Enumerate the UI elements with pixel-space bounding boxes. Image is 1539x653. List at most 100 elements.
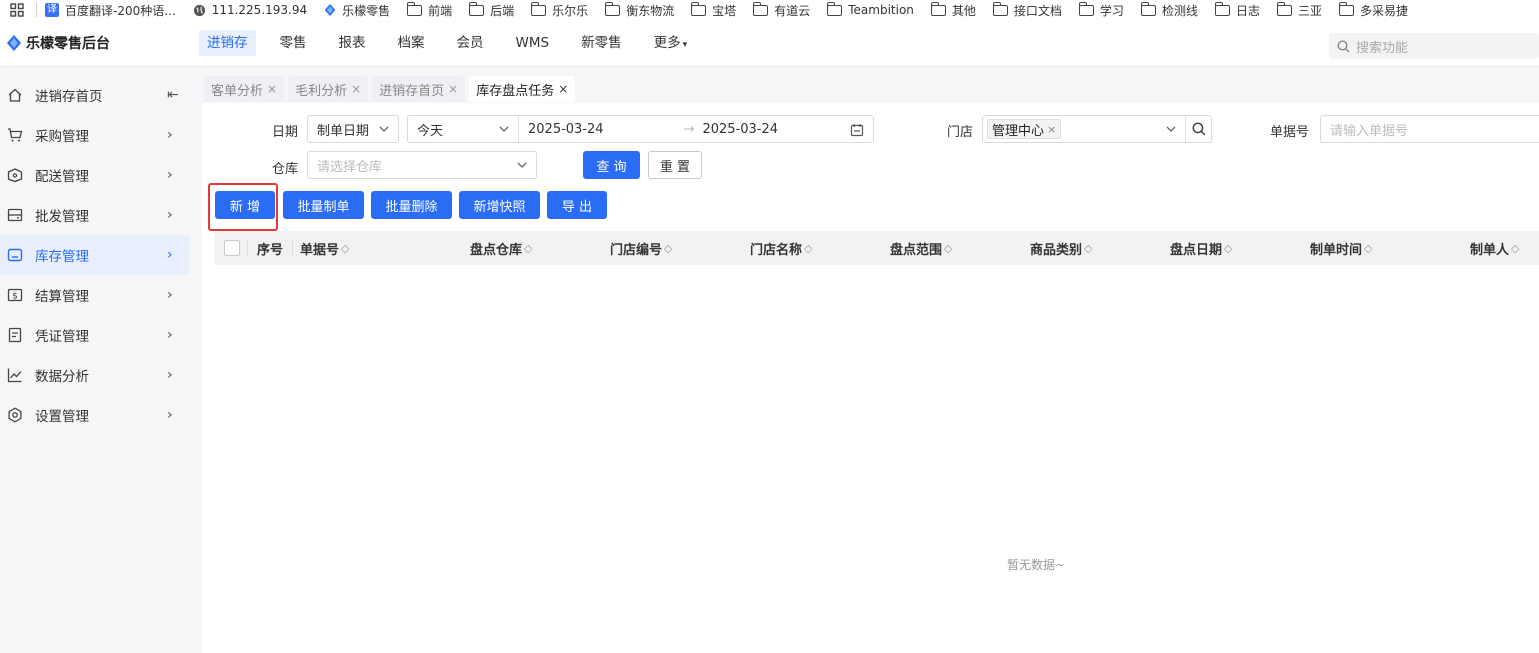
sort-icon[interactable]: ◇ (944, 242, 952, 255)
chevron-right-icon: › (167, 167, 173, 183)
translate-icon: 译 (45, 3, 59, 17)
topnav-item[interactable]: 新零售 (573, 30, 630, 56)
page-tab[interactable]: 进销存首页 × (372, 76, 466, 102)
collapse-sidebar-icon[interactable]: ⇤ (167, 87, 179, 103)
bookmark-item[interactable]: 后端 (468, 2, 514, 19)
bookmark-item[interactable]: Teambition (826, 2, 914, 17)
tab-label: 毛利分析 (295, 83, 348, 99)
bookmark-item[interactable]: 三亚 (1276, 2, 1322, 19)
batch-create-button[interactable]: 批量制单 (283, 191, 364, 219)
sidebar-item-label: 凭证管理 (35, 329, 89, 345)
topnav-item[interactable]: 档案 (390, 30, 433, 56)
date-range-picker[interactable]: 今天 2025-03-24 → 2025-03-24 (407, 115, 874, 143)
sort-icon[interactable]: ◇ (341, 242, 349, 255)
column-header[interactable]: 盘点范围 ◇ (890, 239, 952, 258)
bookmark-item[interactable]: 乐尔乐 (530, 2, 588, 19)
bookmark-item[interactable]: 衡东物流 (604, 2, 674, 19)
apps-grid-icon[interactable] (0, 3, 34, 17)
sidebar-item[interactable]: 设置管理 › (0, 395, 202, 435)
date-preset-select[interactable]: 今天 (408, 116, 519, 142)
bookmark-item[interactable]: 111.225.193.94 (193, 3, 307, 17)
bookmark-item[interactable]: 前端 (406, 2, 452, 19)
tag-close-icon[interactable]: × (1047, 123, 1056, 136)
topnav-item[interactable]: 报表 (331, 30, 374, 56)
app-logo[interactable]: 乐檬零售后台 (0, 33, 199, 53)
export-button[interactable]: 导 出 (547, 191, 607, 219)
chevron-right-icon: › (167, 407, 173, 423)
sidebar-item-label: 进销存首页 (35, 89, 103, 105)
doc-number-input[interactable]: 请输入单据号 (1320, 115, 1539, 143)
close-icon[interactable]: × (448, 82, 458, 96)
bookmark-item[interactable]: 其他 (930, 2, 976, 19)
topnav-item[interactable]: 零售 (272, 30, 315, 56)
date-start[interactable]: 2025-03-24 (528, 122, 604, 137)
sort-icon[interactable]: ◇ (664, 242, 672, 255)
warehouse-select[interactable]: 请选择仓库 (307, 151, 537, 179)
bookmark-item[interactable]: 学习 (1078, 2, 1124, 19)
bookmark-item[interactable]: 检测线 (1140, 2, 1198, 19)
chevron-down-icon (499, 126, 509, 132)
select-all-checkbox[interactable] (224, 240, 240, 256)
column-header[interactable]: 序号 (257, 239, 283, 258)
calendar-icon[interactable] (850, 123, 864, 137)
search-input[interactable]: 搜索功能 (1329, 33, 1539, 59)
sort-icon[interactable]: ◇ (804, 242, 812, 255)
sidebar-item[interactable]: 采购管理 › (0, 115, 202, 155)
bookmark-item[interactable]: 多采易捷 (1338, 2, 1408, 19)
column-header[interactable]: 盘点仓库 ◇ (470, 239, 532, 258)
bookmark-item[interactable]: 日志 (1214, 2, 1260, 19)
add-snapshot-button[interactable]: 新增快照 (459, 191, 540, 219)
topnav-item[interactable]: 会员 (449, 30, 492, 56)
bookmark-label: 日志 (1235, 3, 1260, 18)
sidebar-item[interactable]: 配送管理 › (0, 155, 202, 195)
page-tab[interactable]: 库存盘点任务 × (469, 76, 576, 102)
sort-icon[interactable]: ◇ (1084, 242, 1092, 255)
bookmark-item[interactable]: 乐檬零售 (324, 2, 390, 19)
column-header-label: 盘点仓库 (470, 242, 523, 258)
column-header[interactable]: 单据号 ◇ (300, 239, 349, 258)
close-icon[interactable]: × (267, 82, 277, 96)
date-type-select[interactable]: 制单日期 (307, 115, 399, 143)
wholesale-icon (6, 206, 24, 224)
reset-button[interactable]: 重 置 (648, 151, 702, 179)
batch-delete-button[interactable]: 批量删除 (371, 191, 452, 219)
bookmark-item[interactable]: 宝塔 (690, 2, 736, 19)
column-header[interactable]: 制单时间 ◇ (1310, 239, 1372, 258)
sort-icon[interactable]: ◇ (1364, 242, 1372, 255)
query-button[interactable]: 查 询 (583, 151, 640, 179)
sort-icon[interactable]: ◇ (1511, 242, 1519, 255)
store-search-button[interactable] (1185, 116, 1211, 142)
sidebar-item[interactable]: 批发管理 › (0, 195, 202, 235)
topnav-item[interactable]: 进销存 (199, 30, 256, 56)
page-tab[interactable]: 毛利分析 × (288, 76, 369, 102)
column-header[interactable]: 商品类别 ◇ (1030, 239, 1092, 258)
column-header[interactable]: 门店编号 ◇ (610, 239, 672, 258)
close-icon[interactable]: × (351, 82, 361, 96)
sidebar-item[interactable]: 凭证管理 › (0, 315, 202, 355)
column-header[interactable]: 制单人 ◇ (1470, 239, 1519, 258)
column-header[interactable]: 盘点日期 ◇ (1170, 239, 1232, 258)
column-header[interactable]: 门店名称 ◇ (750, 239, 812, 258)
bookmark-item[interactable]: 接口文档 (992, 2, 1062, 19)
warehouse-placeholder: 请选择仓库 (317, 159, 383, 175)
sidebar-item[interactable]: 数据分析 › (0, 355, 202, 395)
sort-icon[interactable]: ◇ (524, 242, 532, 255)
svg-text:$: $ (12, 292, 18, 302)
store-select[interactable]: 管理中心 × (982, 115, 1212, 143)
bookmark-item[interactable]: 译百度翻译-200种语... (45, 2, 176, 19)
date-end[interactable]: 2025-03-24 (702, 122, 778, 137)
topnav-item[interactable]: WMS (508, 30, 558, 56)
sidebar-item[interactable]: $ 结算管理 › (0, 275, 202, 315)
topnav-label: 更多 (653, 35, 681, 51)
bookmark-label: 百度翻译-200种语... (65, 3, 176, 18)
sort-icon[interactable]: ◇ (1224, 242, 1232, 255)
add-button[interactable]: 新 增 (215, 191, 275, 219)
main-content: 日期 制单日期 今天 2025-03-24 → 2025-03-24 门店 管理… (202, 103, 1539, 653)
topnav-item[interactable]: 更多 ▾ (646, 30, 696, 56)
page-tab[interactable]: 客单分析 × (204, 76, 285, 102)
topnav-label: 新零售 (581, 35, 622, 51)
sidebar-item[interactable]: 库存管理 › (0, 235, 190, 275)
close-icon[interactable]: × (558, 82, 568, 96)
bookmark-item[interactable]: 有道云 (752, 2, 810, 19)
sidebar-item[interactable]: 进销存首页 ⇤ (0, 75, 202, 115)
